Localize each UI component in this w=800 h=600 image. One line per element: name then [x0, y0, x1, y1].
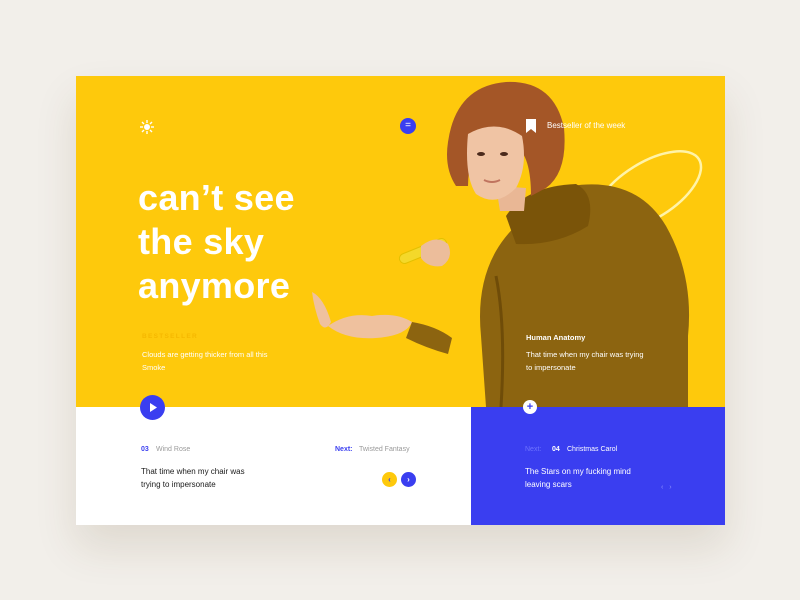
book-description: That time when my chair was trying to im… [526, 350, 644, 372]
chevron-left-icon: ‹ [388, 474, 391, 484]
add-button[interactable]: + [523, 400, 537, 414]
hero-section: = Bestseller of the week can’t see the s… [76, 76, 725, 407]
headline-line-2: the sky [138, 221, 265, 262]
next-track-description: The Stars on my fucking mind leaving sca… [525, 467, 631, 489]
chevron-right-icon: › [407, 474, 410, 484]
current-track-description: That time when my chair was trying to im… [141, 467, 245, 489]
headline: can’t see the sky anymore [138, 176, 418, 308]
current-track-panel: 03 Wind Rose Next: Twisted Fantasy That … [76, 407, 471, 525]
book-title[interactable]: Human Anatomy [526, 333, 585, 342]
headline-line-3: anymore [138, 265, 291, 306]
bestseller-kicker: BESTSELLER [142, 333, 198, 340]
hero-subtitle: Clouds are getting thicker from all this… [142, 350, 268, 372]
menu-button[interactable]: = [400, 118, 416, 134]
next-button[interactable]: › [401, 472, 416, 487]
current-track-name[interactable]: Wind Rose [156, 446, 190, 453]
previous-button[interactable]: ‹ [382, 472, 397, 487]
plus-icon: + [526, 400, 534, 413]
next-track-name[interactable]: Christmas Carol [567, 446, 617, 453]
next-track-panel[interactable]: Next: 04 Christmas Carol The Stars on my… [471, 407, 725, 525]
sun-icon[interactable] [140, 120, 154, 134]
equals-icon: = [405, 120, 411, 131]
next-track-link[interactable]: Twisted Fantasy [359, 446, 410, 453]
bestseller-of-week-label: Bestseller of the week [547, 121, 626, 130]
hero-card: = Bestseller of the week can’t see the s… [76, 76, 725, 525]
bookmark-icon[interactable] [526, 119, 536, 133]
next-track-number: 04 [552, 446, 560, 453]
play-button[interactable] [140, 395, 165, 420]
next-track-label: Next: [525, 446, 542, 453]
current-track-number: 03 [141, 446, 149, 453]
play-icon [149, 403, 157, 412]
headline-line-1: can’t see [138, 177, 295, 218]
next-label: Next: [335, 446, 353, 453]
pager-arrows-icon[interactable]: ‹ › [661, 484, 674, 491]
